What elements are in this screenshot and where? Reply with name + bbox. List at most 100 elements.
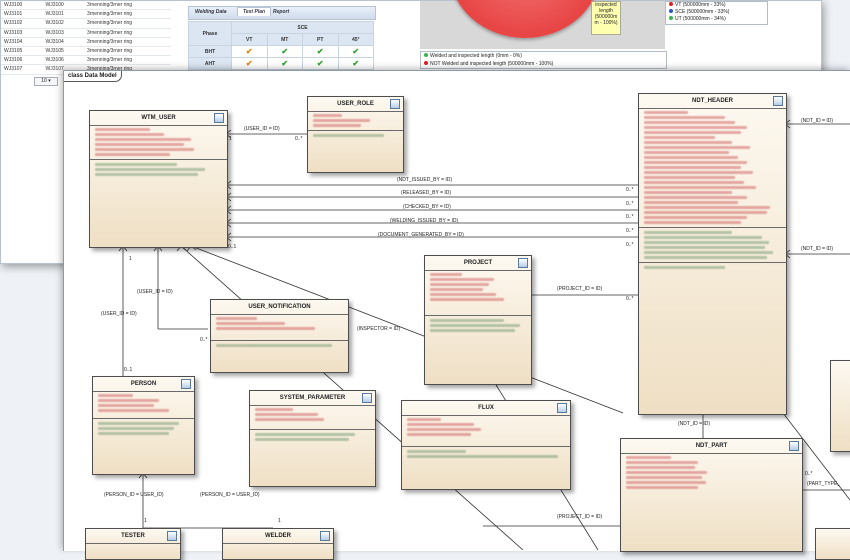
class-type-icon [167,531,177,541]
class-person[interactable]: PERSON [92,376,195,475]
table-row[interactable]: WJ3102 WJ3102 3rnenning/3rner ring [1,18,171,29]
class-ndt-header[interactable]: NDT_HEADER [638,93,787,415]
table-row[interactable]: WJ3100 WJ3100 3rnenning/3rner ring [1,1,171,11]
sce-header: SCE [231,21,374,34]
status-legend: Welded and inspected length (0mm - 0%) N… [420,51,667,69]
class-partial-bottom-right[interactable] [815,528,850,560]
class-wtm-user[interactable]: WTM_USER [89,110,228,248]
tab-strip: Welding Data Test Plan Report [188,6,376,20]
col-45: 45° [337,33,374,46]
class-type-icon [181,379,191,389]
label-user-id-role: (USER_ID = ID) [244,126,280,132]
grid-cell[interactable]: ✔ [337,45,374,58]
class-system-parameter[interactable]: SYSTEM_PARAMETER [249,390,376,487]
orange-check-icon: ✔ [245,47,253,56]
table-cell-weld: WJ3101 [42,9,84,20]
class-ndt-part[interactable]: NDT_PART [620,438,803,552]
legend-item-sce: SCE (500000mm - 33%) [666,9,767,16]
mult-part-right: 0..* [805,471,813,477]
green-check-icon: ✔ [281,47,289,56]
table-cell-procedure: 3rnenning/3rner ring [84,18,171,29]
class-project[interactable]: PROJECT [424,255,532,385]
class-tester[interactable]: TESTER [85,528,181,560]
class-flux[interactable]: FLUX [401,400,571,490]
grid-cell[interactable]: ✔ [266,57,303,70]
table-cell-id: WJ3104 [1,37,43,47]
table-cell-weld: WJ3104 [42,37,84,47]
class-type-icon [773,96,783,106]
table-cell-id: WJ3100 [1,1,43,11]
grid-phase: AHT [188,57,232,70]
label-part-type: (PART_TYPE_ [807,481,841,487]
table-row[interactable]: WJ3101 WJ3101 3rnenning/3rner ring [1,9,171,20]
weld-list-table: WJ3100 WJ3100 3rnenning/3rner ring WJ3101 WJ… [1,1,171,75]
green-check-icon: ✔ [316,59,324,68]
green-check-icon: ✔ [281,59,289,68]
label-checked-by: (CHECKED_BY = ID) [403,204,451,210]
col-pt: PT [302,33,339,46]
grid-cell[interactable]: ✔ [231,57,268,70]
class-user-notification[interactable]: USER_NOTIFICATION [210,299,349,373]
table-row[interactable]: WJ3105 WJ3105 3rnenning/3rner ring [1,46,171,57]
label-person-id-tester: (PERSON_ID = USER_ID) [104,492,164,498]
class-partial-right[interactable] [830,360,850,452]
mult-ndt-5: 0..* [626,242,634,248]
table-row[interactable]: WJ3103 WJ3103 3rnenning/3rner ring [1,28,171,38]
green-check-icon: ✔ [352,59,360,68]
mult-ndt-2: 0..* [626,201,634,207]
green-check-icon: ✔ [352,47,360,56]
label-welding-issued-by: (WELDING_ISSUED_BY = ID) [390,218,459,224]
legend-item-not-welded: NOT Welded and inspected length (500000m… [421,60,666,68]
label-ndt-id-right: (NDT_ID = ID) [801,246,834,252]
page-size-value: 10 [41,78,47,84]
label-project-id-flux: (PROJECT_ID = ID) [557,514,603,520]
legend-item-welded: Welded and inspected length (0mm - 0%) [421,52,666,60]
grid-phase: BHT [188,45,232,58]
class-type-icon [362,393,372,403]
grid-cell[interactable]: ✔ [266,45,303,58]
grid-cell[interactable]: ✔ [302,57,339,70]
class-type-icon [789,441,799,451]
table-cell-id: WJ3107 [1,64,43,75]
table-cell-procedure: 3rnenning/3rner ring [84,28,171,38]
tab-test-plan[interactable]: Test Plan [237,7,272,16]
table-row[interactable]: WJ3104 WJ3104 3rnenning/3rner ring [1,37,171,47]
green-check-icon: ✔ [316,47,324,56]
blue-dot-icon [669,9,673,13]
legend-item-ut: UT (500000mm - 34%) [666,16,767,23]
class-user-role[interactable]: USER_ROLE [307,96,404,173]
mult-ndt-4: 0..* [626,228,634,234]
grid-cell[interactable]: ✔ [231,45,268,58]
tab-welding-data[interactable]: Welding Data [195,9,227,15]
grid-row: AHT ✔ ✔ ✔ ✔ [188,57,374,70]
grid-row: BHT ✔ ✔ ✔ ✔ [188,45,374,58]
mult-person-top: 0..1 [124,367,133,373]
tab-report[interactable]: Report [273,9,289,15]
legend-item-vt: VT (500000mm - 33%) [666,2,767,9]
col-vt: VT [231,33,268,46]
table-row[interactable]: WJ3106 WJ3106 3rnenning/3rner ring [1,55,171,66]
orange-check-icon: ✔ [245,59,253,68]
mult-welder: 1 [278,518,281,524]
table-cell-weld: WJ3102 [42,18,84,29]
grid-cell[interactable]: ✔ [302,45,339,58]
grid-cell[interactable]: ✔ [337,57,374,70]
class-type-icon [557,403,567,413]
mult-one-up-1: 1 [129,256,132,262]
class-type-icon [390,99,400,109]
table-cell-id: WJ3105 [1,46,43,57]
table-cell-id: WJ3103 [1,28,43,38]
table-cell-id: WJ3102 [1,18,43,29]
pie-chart: inspected length (500000m m - 100%) [420,0,665,49]
page-size-select[interactable]: 10 ▾ [34,77,58,86]
mult-role-wtm: 0..* [295,136,303,142]
label-ndt-id-part: (NDT_ID = ID) [678,421,711,427]
class-type-icon [320,531,330,541]
green-dot-icon [669,16,673,20]
label-person-id-welder: (PERSON_ID = USER_ID) [200,492,260,498]
class-welder[interactable]: WELDER [222,528,334,560]
label-released-by: (RELEASED_BY = ID) [401,190,452,196]
mult-notif: 0..* [200,337,208,343]
table-cell-id: WJ3101 [1,9,43,20]
label-document-generated-by: (DOCUMENT_GENERATED_BY = ID) [378,232,464,238]
